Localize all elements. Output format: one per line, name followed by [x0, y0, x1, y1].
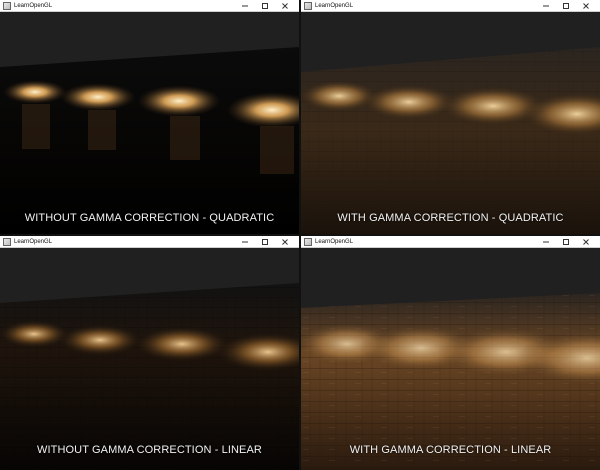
render-viewport[interactable]: WITHOUT GAMMA CORRECTION - LINEAR: [0, 248, 299, 470]
render-viewport[interactable]: WITHOUT GAMMA CORRECTION - QUADRATIC: [0, 12, 299, 234]
caption: WITHOUT GAMMA CORRECTION - LINEAR: [37, 444, 262, 456]
maximize-icon[interactable]: [255, 0, 275, 12]
window-controls: [235, 0, 295, 11]
rendered-scene: [0, 248, 299, 470]
window-controls: [536, 0, 596, 11]
rendered-scene: [301, 12, 600, 234]
minimize-icon[interactable]: [536, 236, 556, 248]
caption: WITHOUT GAMMA CORRECTION - QUADRATIC: [24, 212, 275, 224]
minimize-icon[interactable]: [536, 0, 556, 12]
maximize-icon[interactable]: [255, 236, 275, 248]
minimize-icon[interactable]: [235, 0, 255, 12]
window-title: LearnOpenGL: [14, 238, 53, 245]
window-title: LearnOpenGL: [315, 2, 354, 9]
rendered-scene: [0, 12, 299, 234]
window-without-gamma-linear: LearnOpenGL WITHOUT GAMMA CORRECTION - L…: [0, 236, 299, 470]
window-titlebar[interactable]: LearnOpenGL: [0, 236, 299, 248]
window-without-gamma-quadratic: LearnOpenGL WITHOUT GAMMA CORRECTION - Q…: [0, 0, 299, 234]
maximize-icon[interactable]: [556, 0, 576, 12]
close-icon[interactable]: [275, 0, 295, 12]
window-title: LearnOpenGL: [14, 2, 53, 9]
window-with-gamma-linear: LearnOpenGL WITH GAMMA CORRECTION - LINE…: [301, 236, 600, 470]
window-with-gamma-quadratic: LearnOpenGL WITH GAMMA CORRECTION - QUAD…: [301, 0, 600, 234]
screenshot-grid: LearnOpenGL WITHOUT GAMMA CORRECTION - Q…: [0, 0, 600, 470]
close-icon[interactable]: [576, 0, 596, 12]
render-viewport[interactable]: WITH GAMMA CORRECTION - LINEAR: [301, 248, 600, 470]
window-title: LearnOpenGL: [315, 238, 354, 245]
render-viewport[interactable]: WITH GAMMA CORRECTION - QUADRATIC: [301, 12, 600, 234]
app-icon: [3, 1, 11, 10]
app-icon: [304, 1, 312, 10]
caption: WITH GAMMA CORRECTION - LINEAR: [349, 444, 552, 456]
close-icon[interactable]: [576, 236, 596, 248]
rendered-scene: [301, 248, 600, 470]
window-titlebar[interactable]: LearnOpenGL: [0, 0, 299, 12]
maximize-icon[interactable]: [556, 236, 576, 248]
app-icon: [3, 237, 11, 246]
window-controls: [536, 236, 596, 247]
minimize-icon[interactable]: [235, 236, 255, 248]
close-icon[interactable]: [275, 236, 295, 248]
caption: WITH GAMMA CORRECTION - QUADRATIC: [337, 212, 564, 224]
window-titlebar[interactable]: LearnOpenGL: [301, 0, 600, 12]
window-controls: [235, 236, 295, 247]
window-titlebar[interactable]: LearnOpenGL: [301, 236, 600, 248]
app-icon: [304, 237, 312, 246]
